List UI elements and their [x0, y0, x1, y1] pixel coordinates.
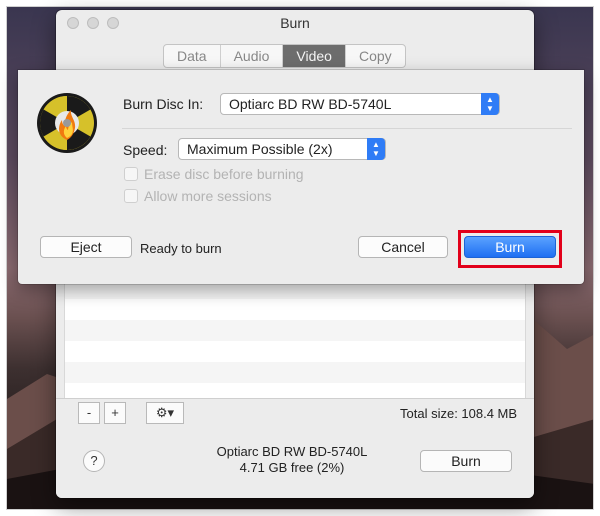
burn-sheet-dialog: Burn Disc In: Optiarc BD RW BD-5740L ▲ ▼ …	[18, 70, 584, 284]
burn-disc-in-label: Burn Disc In:	[123, 96, 204, 112]
burn-disc-in-value: Optiarc BD RW BD-5740L	[229, 96, 392, 112]
erase-disc-checkbox[interactable]: Erase disc before burning	[124, 166, 304, 182]
checkbox-box[interactable]	[124, 189, 138, 203]
gear-icon: ⚙▾	[155, 405, 175, 420]
close-button[interactable]	[67, 17, 79, 29]
speed-value: Maximum Possible (2x)	[187, 141, 333, 157]
add-item-button[interactable]: +	[104, 402, 126, 424]
drive-free-space: 4.71 GB free (2%)	[239, 460, 345, 475]
chevron-updown-icon: ▲ ▼	[367, 138, 385, 160]
burn-button-highlight	[458, 230, 562, 268]
action-menu-button[interactable]: ⚙▾	[146, 402, 184, 424]
burn-disc-in-popup[interactable]: Optiarc BD RW BD-5740L ▲ ▼	[220, 93, 500, 115]
tab-copy[interactable]: Copy	[346, 45, 405, 67]
tab-audio[interactable]: Audio	[221, 45, 284, 67]
burn-button-main[interactable]: Burn	[420, 450, 512, 472]
window-title: Burn	[280, 15, 310, 31]
tab-data[interactable]: Data	[164, 45, 221, 67]
drive-name: Optiarc BD RW BD-5740L	[216, 444, 368, 459]
help-button[interactable]: ?	[83, 450, 105, 472]
checkbox-box[interactable]	[124, 167, 138, 181]
chevron-updown-icon: ▲ ▼	[481, 93, 499, 115]
status-text: Ready to burn	[140, 241, 222, 256]
cancel-button[interactable]: Cancel	[358, 236, 448, 258]
allow-sessions-label: Allow more sessions	[144, 188, 272, 204]
tab-bar: Data Audio Video Copy	[163, 44, 406, 68]
speed-label: Speed:	[123, 142, 168, 158]
drive-info: Optiarc BD RW BD-5740L 4.71 GB free (2%)	[192, 444, 392, 476]
separator	[122, 128, 572, 129]
eject-button[interactable]: Eject	[40, 236, 132, 258]
erase-disc-label: Erase disc before burning	[144, 166, 304, 182]
window-titlebar: Burn	[56, 10, 534, 34]
total-size: Total size: 108.4 MB	[400, 406, 518, 421]
tab-video[interactable]: Video	[283, 45, 346, 67]
remove-item-button[interactable]: -	[78, 402, 100, 424]
zoom-button[interactable]	[107, 17, 119, 29]
burn-app-icon	[37, 93, 97, 153]
speed-popup[interactable]: Maximum Possible (2x) ▲ ▼	[178, 138, 386, 160]
file-list[interactable]	[64, 278, 526, 398]
allow-sessions-checkbox[interactable]: Allow more sessions	[124, 188, 272, 204]
minimize-button[interactable]	[87, 17, 99, 29]
